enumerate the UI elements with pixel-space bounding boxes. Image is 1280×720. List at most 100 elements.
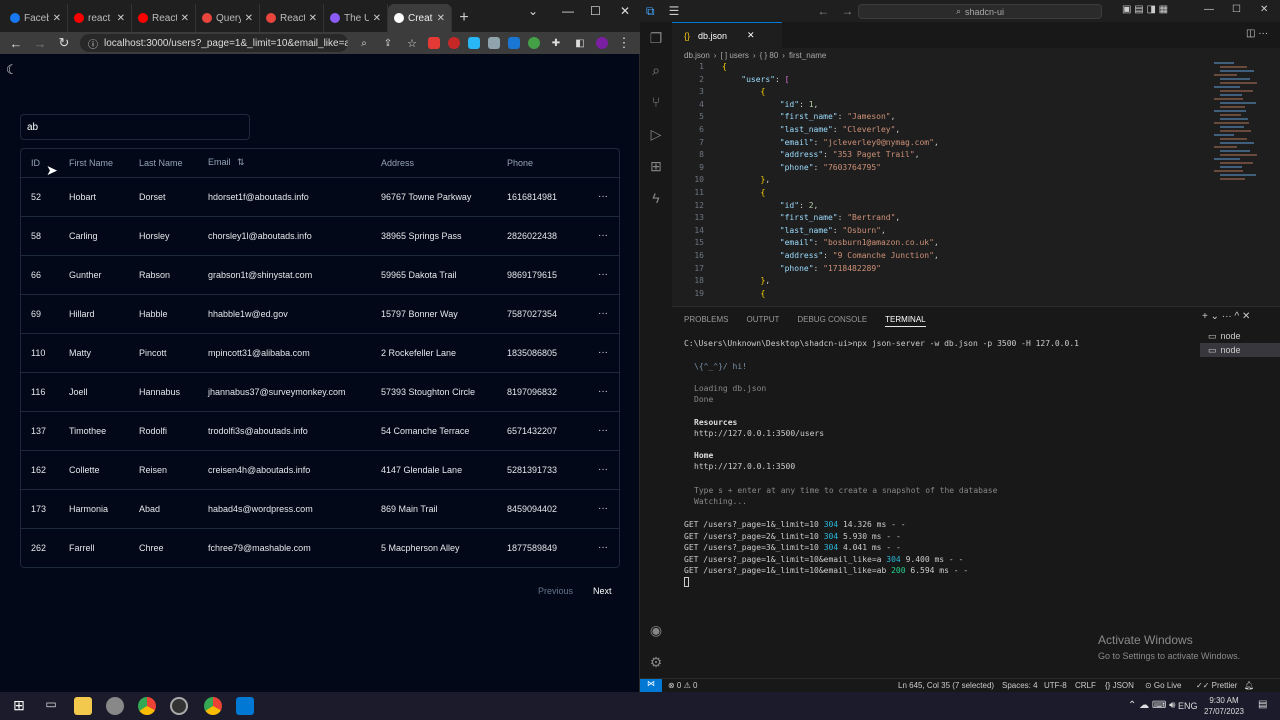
breadcrumb-item[interactable]: { } 80 [760,51,779,60]
run-debug-icon[interactable]: ▷ [648,126,664,142]
app-icon[interactable] [106,697,124,715]
terminal-output[interactable]: C:\Users\Unknown\Desktop\shadcn-ui>npx j… [684,337,1194,637]
extensions-icon[interactable]: ⊞ [648,158,664,174]
sort-arrows-icon[interactable]: ⇅ [237,157,245,167]
browser-tab[interactable]: react : ✕ [68,4,132,32]
browser-tab[interactable]: React ✕ [260,4,324,32]
terminal-session-item[interactable]: ▭ node [1200,329,1280,343]
cursor-position[interactable]: Ln 645, Col 35 (7 selected) [898,681,994,690]
close-icon[interactable]: ✕ [1260,4,1268,15]
extension-icon[interactable] [448,37,460,49]
row-actions-button[interactable]: ··· [577,489,619,529]
input-language[interactable]: ENG [1178,701,1198,711]
row-actions-button[interactable]: ··· [577,372,619,412]
settings-gear-icon[interactable]: ⚙ [648,654,664,670]
profile-avatar[interactable] [596,37,608,49]
panel-tab[interactable]: TERMINAL [885,315,926,327]
prettier-status[interactable]: ✓✓ Prettier [1196,681,1237,690]
file-explorer-icon[interactable] [74,697,92,715]
row-actions-button[interactable]: ··· [577,216,619,256]
remote-indicator-icon[interactable]: ⋈ [640,679,662,693]
chrome-icon[interactable] [204,697,222,715]
close-icon[interactable]: ✕ [620,4,630,18]
close-tab-icon[interactable]: ✕ [309,13,317,24]
extension-icon[interactable] [508,37,520,49]
close-tab-icon[interactable]: ✕ [747,30,755,41]
column-header-email[interactable]: Email ⇅ [198,149,371,178]
maximize-icon[interactable]: ☐ [590,4,601,18]
maximize-icon[interactable]: ☐ [1232,4,1241,15]
layout-toggle-icon[interactable]: ▣ ▤ ◨ ▦ [1122,4,1168,15]
code-editor[interactable]: 1 {2 "users": [3 {4 "id": 1, 5 "first_name… [672,62,1232,300]
search-icon[interactable]: ⌕ [648,62,664,78]
bookmark-star-icon[interactable]: ☆ [404,37,420,50]
previous-page-button[interactable]: Previous [530,582,581,600]
menu-hamburger-icon[interactable]: ☰ [669,4,680,18]
panel-actions-icon[interactable]: + ⌄ ··· ^ ✕ [1202,311,1250,322]
forward-icon[interactable]: → [32,36,48,51]
browser-tab[interactable]: The U ✕ [324,4,388,32]
share-icon[interactable]: ⇪ [380,38,396,49]
url-input[interactable]: ⓘ localhost:3000/users?_page=1&_limit=10… [80,34,348,52]
language-mode[interactable]: {} JSON [1105,681,1134,690]
minimize-icon[interactable]: — [562,4,574,18]
breadcrumb-item[interactable]: first_name [789,51,826,60]
minimap[interactable] [1212,62,1262,302]
task-view-icon[interactable]: ▭ [42,697,60,715]
row-actions-button[interactable]: ··· [577,255,619,295]
reload-icon[interactable]: ↻ [56,35,72,51]
back-icon[interactable]: ← [8,36,24,51]
row-actions-button[interactable]: ··· [577,528,619,567]
command-center-search[interactable]: ⌕ shadcn-ui [858,4,1102,19]
thunder-client-icon[interactable]: ϟ [648,190,664,206]
extensions-puzzle-icon[interactable]: ✚ [548,38,564,49]
row-actions-button[interactable]: ··· [577,450,619,490]
extension-icon[interactable] [528,37,540,49]
end-of-line[interactable]: CRLF [1075,681,1096,690]
row-actions-button[interactable]: ··· [577,294,619,334]
side-panel-icon[interactable]: ◧ [572,38,588,49]
vscode-taskbar-icon[interactable] [236,697,254,715]
extension-icon[interactable] [428,37,440,49]
breadcrumb-item[interactable]: [ ] users [720,51,748,60]
row-actions-button[interactable]: ··· [577,411,619,451]
close-tab-icon[interactable]: ✕ [437,13,445,24]
browser-tab[interactable]: Create ✕ [388,4,452,32]
new-tab-button[interactable]: + [452,4,476,32]
clock[interactable]: 9:30 AM 27/07/2023 [1200,695,1248,717]
close-tab-icon[interactable]: ✕ [181,13,189,24]
minimize-icon[interactable]: — [1204,4,1214,15]
system-tray-icons[interactable]: ⌃ ☁ ⌨ 🔊︎ [1128,700,1175,711]
menu-kebab-icon[interactable]: ⋮ [616,35,632,51]
notifications-icon[interactable]: ▤ [1258,699,1267,710]
nav-back-icon[interactable]: ← [817,4,829,18]
explorer-icon[interactable]: ❐ [648,30,664,46]
close-tab-icon[interactable]: ✕ [53,13,61,24]
close-tab-icon[interactable]: ✕ [373,13,381,24]
email-filter-input[interactable] [20,114,250,140]
next-page-button[interactable]: Next [585,582,620,600]
terminal-session-item[interactable]: ▭ node [1200,343,1280,357]
account-icon[interactable]: ◉ [648,622,664,638]
browser-tab[interactable]: React ✕ [132,4,196,32]
source-control-icon[interactable]: ⑂ [648,94,664,110]
windows-start-icon[interactable]: ⊞ [10,697,28,715]
breadcrumb-item[interactable]: db.json [684,51,710,60]
browser-tab[interactable]: Faceb ✕ [4,4,68,32]
extension-icon[interactable] [468,37,480,49]
chrome-icon[interactable] [138,697,156,715]
panel-tab[interactable]: DEBUG CONSOLE [797,315,867,327]
indentation[interactable]: Spaces: 4 [1002,681,1038,690]
editor-tab-db-json[interactable]: {} db.json ✕ [672,22,782,48]
nav-forward-icon[interactable]: → [841,4,853,18]
row-actions-button[interactable]: ··· [577,333,619,373]
panel-tab[interactable]: OUTPUT [746,315,779,327]
theme-toggle-moon-icon[interactable]: ☾ [6,62,20,77]
close-tab-icon[interactable]: ✕ [245,13,253,24]
go-live-button[interactable]: ⊙ Go Live [1145,681,1182,690]
site-info-icon[interactable]: ⓘ [88,36,98,51]
encoding[interactable]: UTF-8 [1044,681,1067,690]
notifications-bell-icon[interactable]: 🔔︎ [1244,681,1254,690]
extension-icon[interactable] [488,37,500,49]
github-icon[interactable] [170,697,188,715]
